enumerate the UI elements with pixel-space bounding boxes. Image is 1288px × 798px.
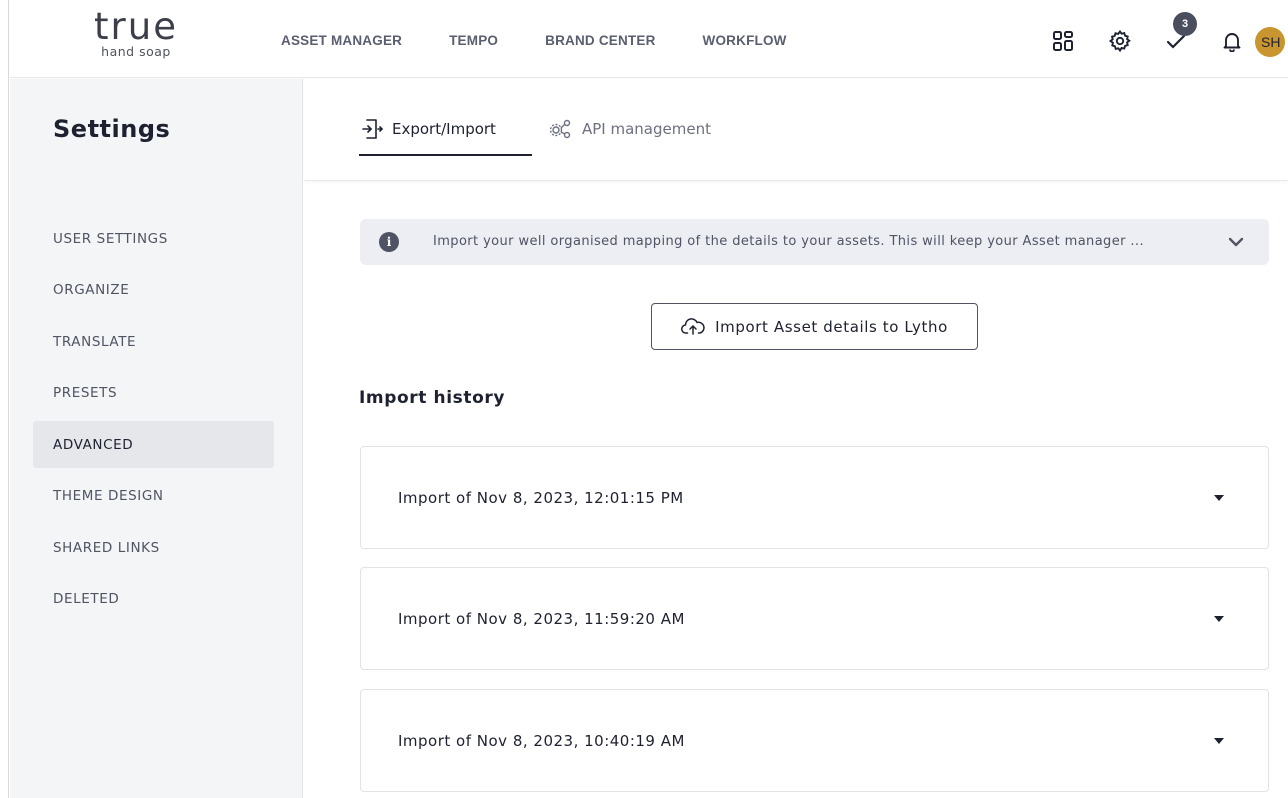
caret-down-icon[interactable] — [1214, 616, 1224, 622]
import-button-label: Import Asset details to Lytho — [715, 317, 948, 336]
active-tab-indicator — [359, 154, 532, 156]
info-banner: i Import your well organised mapping of … — [360, 219, 1269, 265]
user-avatar[interactable]: SH — [1255, 27, 1285, 57]
import-history-item-label: Import of Nov 8, 2023, 12:01:15 PM — [398, 489, 684, 507]
import-history-item[interactable]: Import of Nov 8, 2023, 10:40:19 AM — [360, 689, 1269, 792]
chevron-down-icon[interactable] — [1227, 233, 1245, 255]
tab-export-import[interactable]: Export/Import — [359, 117, 532, 156]
import-history-item[interactable]: Import of Nov 8, 2023, 12:01:15 PM — [360, 446, 1269, 549]
topnav-brand-center[interactable]: BRAND CENTER — [545, 33, 655, 48]
export-import-icon — [362, 119, 383, 139]
topnav-tempo[interactable]: TEMPO — [449, 33, 498, 48]
grid-icon[interactable] — [1050, 28, 1076, 54]
tasks-count-badge: 3 — [1173, 12, 1197, 36]
sidebar-item-theme-design[interactable]: THEME DESIGN — [33, 473, 274, 520]
gear-icon[interactable] — [1107, 28, 1133, 54]
page-title: Settings — [53, 115, 171, 143]
bell-icon[interactable] — [1219, 28, 1245, 54]
sidebar-item-deleted[interactable]: DELETED — [33, 576, 274, 623]
sidebar-item-translate[interactable]: TRANSLATE — [33, 318, 274, 365]
brand-logo[interactable]: true hand soap — [86, 5, 186, 60]
sidebar-item-shared-links[interactable]: SHARED LINKS — [33, 524, 274, 571]
sidebar-item-organize[interactable]: ORGANIZE — [33, 267, 274, 314]
topnav-workflow[interactable]: WORKFLOW — [703, 33, 787, 48]
info-banner-text: Import your well organised mapping of th… — [433, 234, 1144, 249]
import-history-heading: Import history — [359, 388, 506, 408]
tab-api-management[interactable]: API management — [548, 117, 711, 141]
sidebar-item-user-settings[interactable]: USER SETTINGS — [33, 215, 274, 262]
sidebar-item-advanced[interactable]: ADVANCED — [33, 421, 274, 468]
tab-api-management-label: API management — [582, 120, 711, 138]
import-history-item[interactable]: Import of Nov 8, 2023, 11:59:20 AM — [360, 567, 1269, 670]
import-history-item-label: Import of Nov 8, 2023, 11:59:20 AM — [398, 610, 685, 628]
caret-down-icon[interactable] — [1214, 738, 1224, 744]
sidebar-item-presets[interactable]: PRESETS — [33, 370, 274, 417]
sidebar-nav: USER SETTINGS ORGANIZE TRANSLATE PRESETS… — [33, 215, 274, 627]
api-gears-icon — [549, 119, 571, 139]
logo-wordmark: true — [94, 5, 178, 48]
window-edge — [0, 0, 9, 798]
top-nav: ASSET MANAGER TEMPO BRAND CENTER WORKFLO… — [281, 33, 834, 48]
tab-export-import-label: Export/Import — [392, 120, 496, 138]
cloud-upload-icon — [681, 317, 705, 335]
caret-down-icon[interactable] — [1214, 495, 1224, 501]
settings-sidebar: Settings USER SETTINGS ORGANIZE TRANSLAT… — [10, 79, 303, 798]
info-icon: i — [379, 232, 399, 252]
topnav-asset-manager[interactable]: ASSET MANAGER — [281, 33, 402, 48]
tab-bar: Export/Import API management — [304, 79, 1288, 181]
import-history-item-label: Import of Nov 8, 2023, 10:40:19 AM — [398, 732, 685, 750]
import-asset-details-button[interactable]: Import Asset details to Lytho — [651, 303, 978, 350]
